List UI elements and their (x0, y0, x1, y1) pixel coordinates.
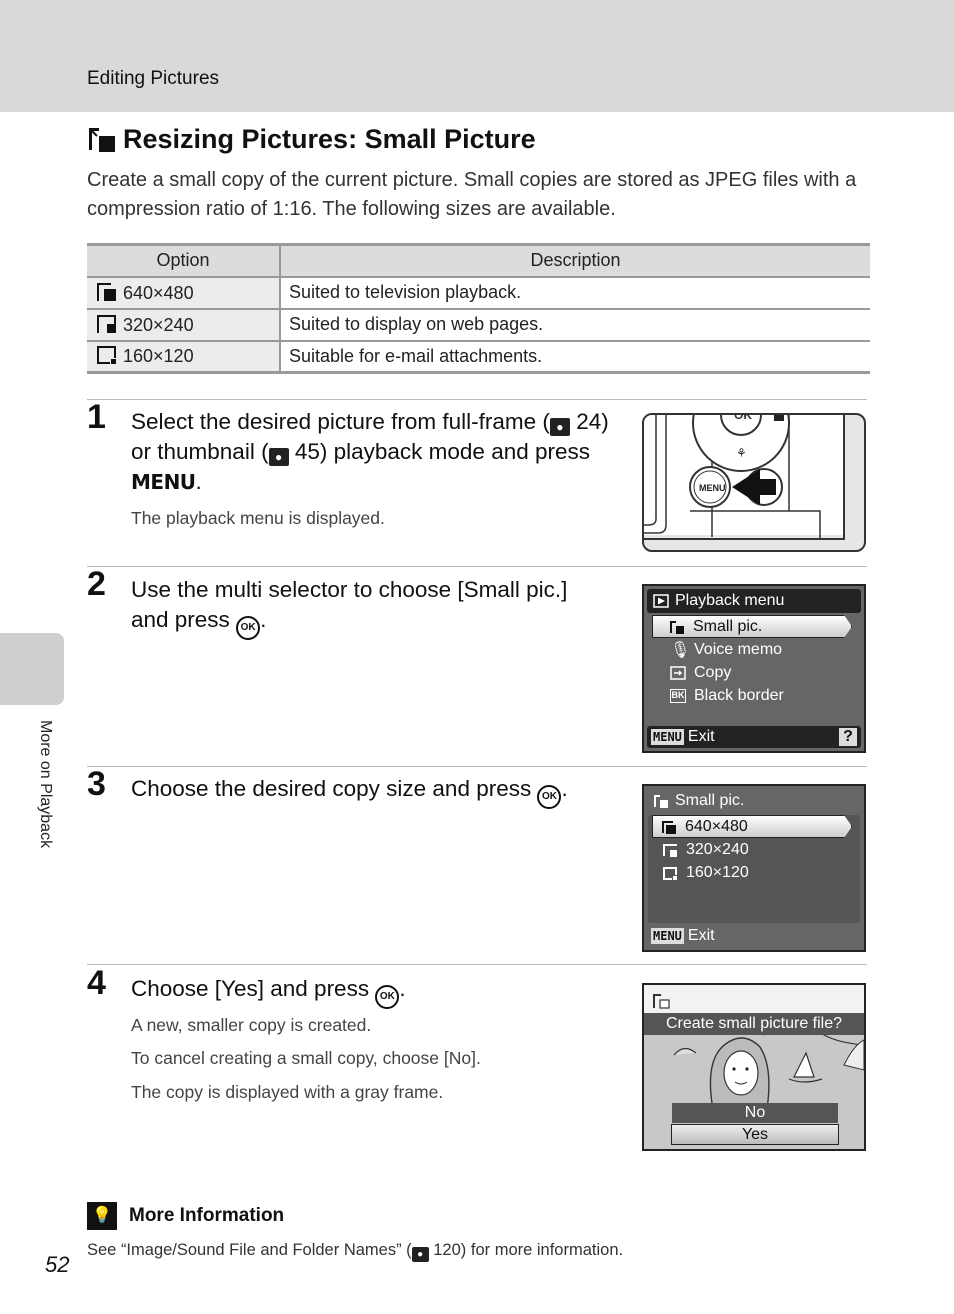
step-number: 3 (87, 765, 106, 803)
menu-item-copy[interactable]: Copy (644, 661, 864, 684)
help-icon[interactable]: ? (839, 728, 857, 746)
menu-button-label: MENU (699, 483, 726, 493)
menu-chip: MENU (651, 729, 684, 745)
screen-title-bar: Small pic. (647, 789, 861, 813)
step-divider (87, 964, 867, 965)
size-options-table: Option Description 640×480 Suited to tel… (87, 243, 870, 374)
camera-back-drawing: OK ⚘ i MENU (644, 415, 845, 540)
table-header-row: Option Description (87, 243, 870, 278)
step-divider (87, 399, 867, 400)
page-number: 52 (45, 1252, 70, 1277)
confirm-prompt: Create small picture file? (644, 1013, 864, 1035)
size-option-320[interactable]: 320×240 (644, 838, 864, 861)
screen-footer: MENU Exit ? (647, 726, 861, 748)
copy-icon (670, 665, 686, 680)
section-label: Editing Pictures (87, 68, 220, 89)
header-band (0, 0, 954, 112)
page-title: Resizing Pictures: Small Picture (87, 124, 536, 155)
screen-footer: MENU Exit (647, 925, 861, 947)
option-cell: 320×240 (123, 314, 194, 335)
svg-text:OK: OK (734, 415, 752, 422)
size-160-icon (97, 346, 116, 365)
size-160-icon (663, 866, 677, 880)
option-cell: 160×120 (123, 346, 194, 367)
exit-label[interactable]: Exit (688, 728, 715, 746)
description-cell: Suitable for e-mail attachments. (280, 340, 870, 374)
col-header-description: Description (280, 243, 870, 278)
ok-button-icon: OK (236, 616, 261, 640)
col-header-option: Option (87, 243, 281, 278)
ok-button-icon: OK (537, 785, 562, 809)
step-4-note: The copy is displayed with a gray frame. (131, 1082, 444, 1102)
step-4-instruction: Choose [Yes] and press OK. (131, 974, 611, 1009)
reference-icon: ● (549, 418, 570, 436)
step-number: 2 (87, 565, 106, 603)
playback-icon (653, 594, 669, 608)
camera-illustration: OK ⚘ i MENU (642, 413, 866, 552)
step-4-note: A new, smaller copy is created. (131, 1015, 372, 1035)
step-number: 4 (87, 964, 106, 1002)
reference-icon: ● (411, 1247, 429, 1262)
option-yes[interactable]: Yes (671, 1124, 839, 1145)
lightbulb-icon: 💡 (87, 1202, 117, 1230)
size-option-640[interactable]: 640×480 (652, 815, 852, 838)
size-option-160[interactable]: 160×120 (644, 861, 864, 884)
menu-item-black-border[interactable]: BK Black border (644, 684, 864, 707)
more-info-heading: 💡 More Information (87, 1202, 284, 1230)
description-cell: Suited to television playback. (280, 276, 870, 310)
exit-label[interactable]: Exit (688, 927, 715, 945)
page-title-text: Resizing Pictures: Small Picture (123, 124, 536, 154)
step-2-instruction: Use the multi selector to choose [Small … (131, 575, 611, 640)
ok-button-icon: OK (375, 985, 400, 1009)
step-3-instruction: Choose the desired copy size and press O… (131, 774, 631, 809)
menu-chip: MENU (651, 928, 684, 944)
small-picture-icon (653, 994, 670, 1009)
step-1-note: The playback menu is displayed. (131, 508, 385, 528)
size-320-icon (663, 843, 677, 857)
side-chapter-label: More on Playback (37, 720, 54, 849)
menu-item-small-pic[interactable]: Small pic. (652, 615, 852, 638)
step-divider (87, 766, 867, 767)
size-640-icon (97, 282, 116, 301)
table-row: 640×480 Suited to television playback. (87, 276, 870, 310)
screen-title-bar: Playback menu (647, 589, 861, 613)
microphone-icon: 🎙 (670, 641, 691, 659)
svg-text:⚘: ⚘ (736, 446, 747, 460)
reference-icon: ● (268, 448, 289, 466)
side-chapter-tab (0, 633, 64, 705)
confirm-screen: Create small picture file? No Yes (642, 983, 866, 1151)
menu-item-voice-memo[interactable]: 🎙 Voice memo (644, 638, 864, 661)
step-number: 1 (87, 398, 106, 436)
menu-button-glyph: MENU (131, 470, 196, 494)
option-cell: 640×480 (123, 282, 194, 303)
size-320-icon (97, 314, 116, 333)
small-pic-size-screen: Small pic. 640×480 320×240 160×120 MENU … (642, 784, 866, 952)
black-border-icon: BK (670, 688, 686, 703)
size-640-icon (662, 820, 676, 834)
small-picture-icon (654, 795, 668, 808)
small-picture-icon (670, 620, 684, 634)
playback-menu-screen: Playback menu Small pic. 🎙 Voice memo Co… (642, 584, 866, 753)
more-info-text: See “Image/Sound File and Folder Names” … (87, 1241, 624, 1262)
table-row: 160×120 Suitable for e-mail attachments. (87, 340, 870, 374)
small-picture-icon (89, 127, 115, 152)
description-cell: Suited to display on web pages. (280, 308, 870, 342)
step-divider (87, 566, 867, 567)
option-no[interactable]: No (672, 1103, 838, 1123)
table-row: 320×240 Suited to display on web pages. (87, 308, 870, 342)
step-1-instruction: Select the desired picture from full-fra… (131, 409, 609, 494)
intro-paragraph: Create a small copy of the current pictu… (87, 169, 857, 220)
step-4-note: To cancel creating a small copy, choose … (131, 1048, 481, 1068)
